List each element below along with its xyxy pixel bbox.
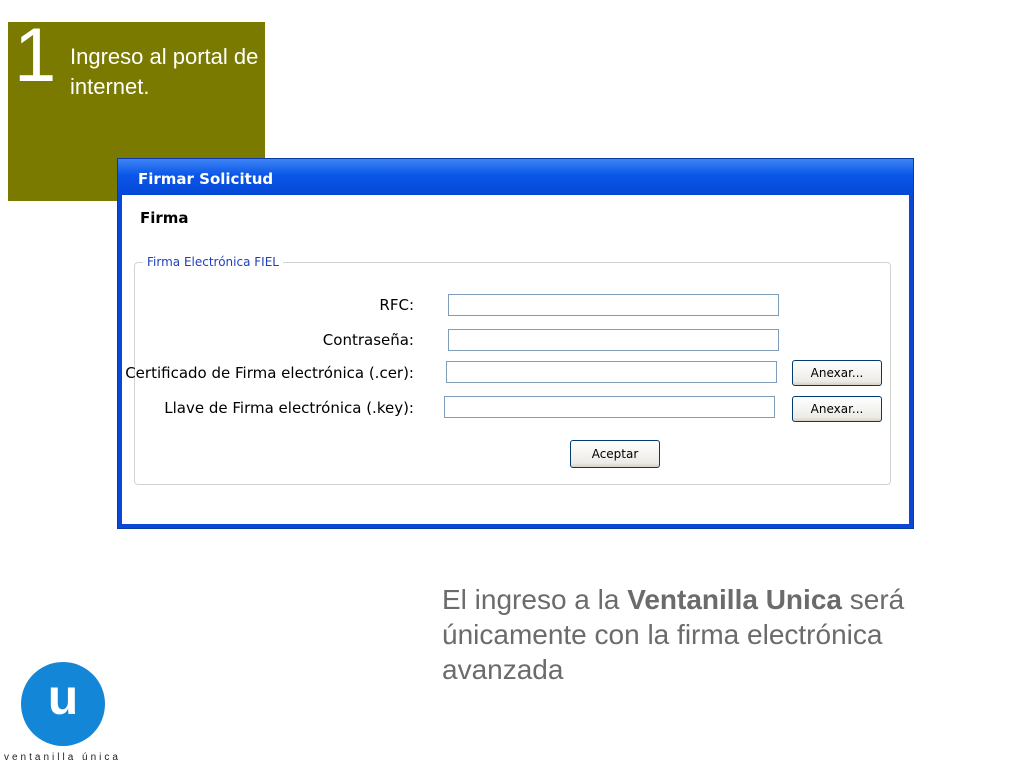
caption-text: El ingreso a la Ventanilla Unica será ún… — [442, 582, 982, 687]
attach-key-button[interactable]: Anexar... — [792, 396, 882, 422]
rfc-label: RFC: — [379, 296, 414, 314]
logo-text: ventanilla única — [4, 752, 121, 763]
dialog-body: Firma Firma Electrónica FIEL RFC: Contra… — [122, 195, 909, 524]
ventanilla-logo-icon: u — [21, 662, 105, 746]
password-label: Contraseña: — [322, 331, 414, 349]
step-number: 1 — [14, 13, 57, 98]
attach-certificate-button[interactable]: Anexar... — [792, 360, 882, 386]
certificate-label: Certificado de Firma electrónica (.cer): — [125, 364, 414, 382]
caption-prefix: El ingreso a la — [442, 584, 628, 615]
caption-bold: Ventanilla Unica — [627, 584, 842, 615]
accept-button[interactable]: Aceptar — [570, 440, 660, 468]
logo-letter: u — [47, 669, 79, 725]
fieldset-legend: Firma Electrónica FIEL — [143, 255, 283, 269]
section-title: Firma — [140, 209, 189, 227]
firmar-solicitud-dialog: Firmar Solicitud Firma Firma Electrónica… — [117, 158, 914, 529]
fiel-fieldset: Firma Electrónica FIEL RFC: Contraseña: … — [125, 255, 891, 485]
dialog-titlebar[interactable]: Firmar Solicitud — [118, 159, 913, 195]
step-text: Ingreso al portal de internet. — [70, 44, 259, 99]
key-input[interactable] — [444, 396, 775, 418]
key-label: Llave de Firma electrónica (.key): — [164, 399, 414, 417]
password-input[interactable] — [448, 329, 779, 351]
certificate-input[interactable] — [446, 361, 777, 383]
dialog-title: Firmar Solicitud — [138, 170, 274, 188]
rfc-input[interactable] — [448, 294, 779, 316]
